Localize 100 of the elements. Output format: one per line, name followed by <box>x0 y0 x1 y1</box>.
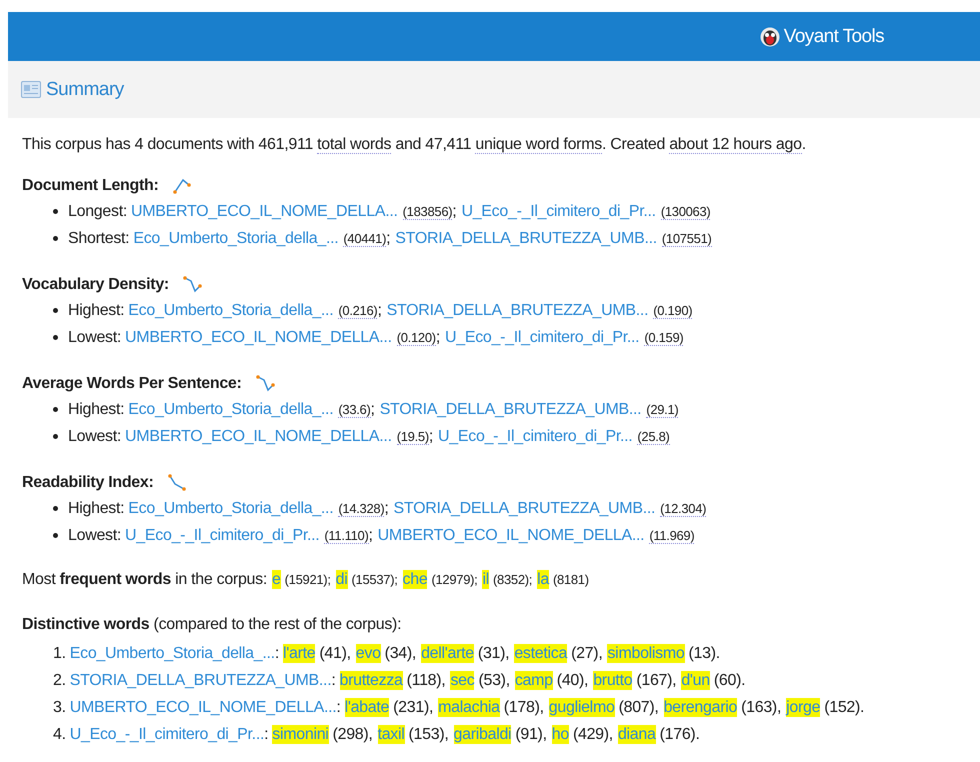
document-link[interactable]: Eco_Umberto_Storia_della_... <box>133 225 338 252</box>
highlighted-word[interactable]: l'abate <box>344 698 390 717</box>
word-count: (60). <box>714 671 746 691</box>
highlighted-word[interactable]: di <box>336 570 348 589</box>
document-link[interactable]: STORIA_DELLA_BRUTEZZA_UMB... <box>380 396 642 423</box>
document-link[interactable]: STORIA_DELLA_BRUTEZZA_UMB...: <box>70 667 336 694</box>
stat-value: (14.328); <box>338 499 389 519</box>
document-link[interactable]: U_Eco_-_Il_cimitero_di_Pr... <box>444 324 640 351</box>
highlighted-word[interactable]: ho <box>552 725 569 744</box>
sparkline-icon[interactable] <box>168 474 187 492</box>
stat-value: (25.8) <box>637 428 670 447</box>
stat-value: (33.6); <box>338 400 375 420</box>
word-count: (153), <box>408 725 449 745</box>
document-link[interactable]: U_Eco_-_Il_cimitero_di_Pr...: <box>70 721 268 748</box>
word-count: (8181) <box>552 572 589 587</box>
bullet-icon <box>53 506 58 511</box>
highlighted-word[interactable]: dell'arte <box>421 644 474 663</box>
document-link[interactable]: UMBERTO_ECO_IL_NOME_DELLA... <box>125 324 392 351</box>
bullet-icon <box>53 434 58 439</box>
document-link[interactable]: STORIA_DELLA_BRUTEZZA_UMB... <box>386 297 648 324</box>
bullet-icon <box>53 308 58 313</box>
sparkline-icon[interactable] <box>256 375 275 393</box>
stat-value: (29.1) <box>646 401 678 420</box>
document-link[interactable]: U_Eco_-_Il_cimitero_di_Pr... <box>438 423 632 450</box>
corpus-summary-text: This corpus has 4 documents with 461,911 total words and 47,411 unique word forms. Created about 12 hours ago. <box>22 135 807 156</box>
word-count: (176). <box>660 725 700 745</box>
stat-label: Highest: <box>68 400 124 420</box>
word-count: (40), <box>556 671 588 691</box>
stat-value: (107551) <box>662 230 712 249</box>
stat-value: (0.159) <box>644 329 684 348</box>
highlighted-word[interactable]: evo <box>356 644 381 663</box>
word-count: (178), <box>504 698 544 718</box>
stat-heading: Readability Index: <box>22 474 154 492</box>
highlighted-word[interactable]: camp <box>514 671 553 690</box>
summary-icon <box>21 81 41 98</box>
highlighted-word[interactable]: diana <box>618 725 656 744</box>
document-link[interactable]: Eco_Umberto_Storia_della_...: <box>70 640 279 667</box>
sparkline-icon[interactable] <box>182 276 202 294</box>
highlighted-word[interactable]: malachia <box>438 698 500 717</box>
highlighted-word[interactable]: simbolismo <box>607 644 685 663</box>
word-count: (15921); <box>284 572 331 587</box>
document-link[interactable]: Eco_Umberto_Storia_della_... <box>128 297 334 324</box>
document-link[interactable]: UMBERTO_ECO_IL_NOME_DELLA... <box>130 198 398 225</box>
highlighted-word[interactable]: e <box>272 570 281 589</box>
stat-value: (11.969) <box>649 527 694 546</box>
stat-label: Highest: <box>68 301 124 321</box>
word-count: (31), <box>478 644 510 664</box>
word-count: (807), <box>618 698 659 718</box>
stat-heading: Average Words Per Sentence: <box>22 375 242 393</box>
highlighted-word[interactable]: d'un <box>681 671 710 690</box>
stat-value: (12.304) <box>660 500 706 519</box>
document-link[interactable]: Eco_Umberto_Storia_della_... <box>128 396 334 423</box>
stat-value: (19.5); <box>396 427 434 447</box>
bullet-icon <box>53 407 58 412</box>
word-count: (41), <box>319 644 351 664</box>
word-count: (15537); <box>352 572 398 587</box>
panel-title: Summary <box>46 78 124 100</box>
stat-label: Longest: <box>68 202 127 222</box>
frequent-words-label: Most frequent words in the corpus: <box>22 571 268 589</box>
highlighted-word[interactable]: garibaldi <box>454 725 512 744</box>
stat-value: (0.190) <box>653 302 692 321</box>
owl-logo-icon <box>760 26 780 46</box>
word-count: (163), <box>741 698 782 718</box>
document-link[interactable]: Eco_Umberto_Storia_della_... <box>128 495 334 522</box>
stat-heading: Vocabulary Density: <box>22 276 169 294</box>
stat-value: (183856); <box>402 202 456 222</box>
list-number: 3. <box>53 698 66 718</box>
word-count: (152). <box>824 698 864 718</box>
document-link[interactable]: STORIA_DELLA_BRUTEZZA_UMB... <box>395 225 657 252</box>
highlighted-word[interactable]: berengario <box>664 698 738 717</box>
word-count: (91), <box>515 725 547 745</box>
stat-value: (11.110); <box>324 526 373 546</box>
word-count: (118), <box>406 671 446 691</box>
document-link[interactable]: UMBERTO_ECO_IL_NOME_DELLA... <box>125 423 392 450</box>
stat-heading: Document Length: <box>22 177 159 195</box>
word-count: (429), <box>572 725 613 745</box>
stat-value: (130063) <box>660 203 710 222</box>
highlighted-word[interactable]: jorge <box>786 698 820 717</box>
word-count: (298), <box>332 725 373 745</box>
word-count: (34), <box>384 644 416 664</box>
word-count: (53), <box>478 671 510 691</box>
stat-label: Lowest: <box>68 526 122 546</box>
sparkline-icon[interactable] <box>172 177 192 195</box>
word-count: (167), <box>636 671 676 691</box>
list-number: 1. <box>53 644 66 664</box>
document-link[interactable]: STORIA_DELLA_BRUTEZZA_UMB... <box>394 495 656 522</box>
document-link[interactable]: U_Eco_-_Il_cimitero_di_Pr... <box>461 198 656 225</box>
document-link[interactable]: UMBERTO_ECO_IL_NOME_DELLA... <box>378 522 644 549</box>
list-number: 4. <box>53 725 66 745</box>
highlighted-word[interactable]: l'arte <box>282 644 316 663</box>
highlighted-word[interactable]: brutto <box>593 671 632 690</box>
document-link[interactable]: U_Eco_-_Il_cimitero_di_Pr... <box>125 522 320 549</box>
highlighted-word[interactable]: il <box>482 570 489 589</box>
highlighted-word[interactable]: guglielmo <box>548 698 615 717</box>
highlighted-word[interactable]: bruttezza <box>340 671 403 690</box>
highlighted-word[interactable]: la <box>537 570 549 589</box>
highlighted-word[interactable]: che <box>402 570 428 589</box>
stat-value: (0.216); <box>338 301 382 321</box>
document-link[interactable]: UMBERTO_ECO_IL_NOME_DELLA...: <box>70 694 341 721</box>
highlighted-word[interactable]: simonini <box>272 725 329 744</box>
